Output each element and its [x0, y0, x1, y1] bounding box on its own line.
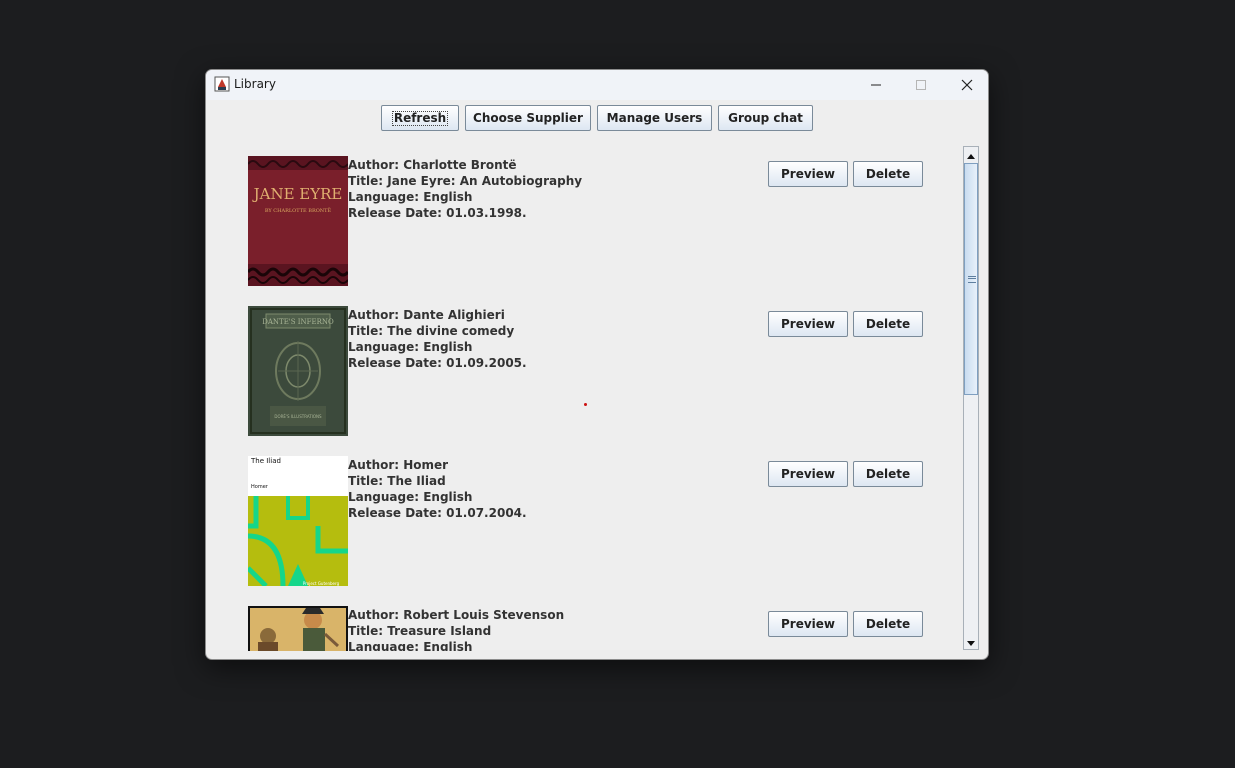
cover-title-text: JANE EYRE [252, 185, 343, 203]
book-details: Author: Robert Louis Stevenson Title: Tr… [348, 607, 564, 651]
maximize-button[interactable] [898, 70, 944, 100]
book-cover-divine-comedy: DANTE'S INFERNO DORÉ'S ILLUSTRATIONS [248, 306, 348, 436]
book-title: Title: The divine comedy [348, 324, 515, 338]
library-window: Library Refresh Choose Supplier Manage U… [205, 69, 989, 660]
book-cover-jane-eyre: JANE EYRE BY CHARLOTTE BRONTË [248, 156, 348, 286]
book-author: Author: Dante Alighieri [348, 308, 505, 322]
delete-button[interactable]: Delete [853, 611, 923, 637]
preview-button[interactable]: Preview [768, 161, 848, 187]
scroll-down-button[interactable] [964, 635, 978, 649]
book-row: JANE EYRE BY CHARLOTTE BRONTË Author: Ch… [248, 156, 963, 286]
scroll-thumb[interactable] [964, 163, 978, 395]
book-release-date: Release Date: 01.09.2005. [348, 356, 527, 370]
book-details: Author: Charlotte Brontë Title: Jane Eyr… [348, 157, 582, 221]
choose-supplier-button[interactable]: Choose Supplier [465, 105, 591, 131]
minimize-icon [870, 76, 882, 95]
mouse-cursor-dot [584, 403, 587, 406]
cover-title-text: The Iliad [250, 457, 281, 465]
delete-button[interactable]: Delete [853, 311, 923, 337]
scroll-up-button[interactable] [964, 147, 978, 161]
triangle-up-icon [966, 145, 976, 164]
book-details: Author: Dante Alighieri Title: The divin… [348, 307, 527, 371]
book-language: Language: English [348, 490, 473, 504]
cover-footer-text: Project Gutenberg [303, 581, 340, 586]
preview-button[interactable]: Preview [768, 611, 848, 637]
minimize-button[interactable] [853, 70, 899, 100]
java-cup-icon [214, 76, 230, 92]
book-language: Language: English [348, 340, 473, 354]
refresh-button-label: Refresh [391, 110, 449, 126]
vertical-scrollbar[interactable] [963, 146, 979, 650]
refresh-button[interactable]: Refresh [381, 105, 459, 131]
book-list: JANE EYRE BY CHARLOTTE BRONTË Author: Ch… [248, 154, 963, 651]
delete-button[interactable]: Delete [853, 461, 923, 487]
close-icon [961, 76, 973, 95]
title-bar[interactable]: Library [206, 70, 988, 100]
book-release-date: Release Date: 01.03.1998. [348, 206, 527, 220]
cover-subtitle-text: DORÉ'S ILLUSTRATIONS [274, 414, 322, 419]
book-cover-treasure-island [248, 606, 348, 651]
delete-button[interactable]: Delete [853, 161, 923, 187]
book-details: Author: Homer Title: The Iliad Language:… [348, 457, 527, 521]
book-row: The Iliad Homer Project Gutenberg Author… [248, 456, 963, 586]
book-title: Title: The Iliad [348, 474, 446, 488]
triangle-down-icon [966, 633, 976, 652]
close-button[interactable] [944, 70, 988, 100]
cover-author-text: BY CHARLOTTE BRONTË [265, 207, 332, 214]
book-language: Language: English [348, 190, 473, 204]
maximize-icon [915, 76, 927, 95]
window-title: Library [234, 77, 276, 91]
book-row: DANTE'S INFERNO DORÉ'S ILLUSTRATIONS Aut… [248, 306, 963, 436]
grip-icon [968, 276, 976, 283]
preview-button[interactable]: Preview [768, 311, 848, 337]
cover-title-text: DANTE'S INFERNO [262, 318, 334, 326]
book-author: Author: Charlotte Brontë [348, 158, 517, 172]
book-title: Title: Treasure Island [348, 624, 492, 638]
book-cover-iliad: The Iliad Homer Project Gutenberg [248, 456, 348, 586]
cover-author-text: Homer [251, 484, 269, 490]
book-release-date: Release Date: 01.07.2004. [348, 506, 527, 520]
book-author: Author: Robert Louis Stevenson [348, 608, 565, 622]
manage-users-button[interactable]: Manage Users [597, 105, 712, 131]
preview-button[interactable]: Preview [768, 461, 848, 487]
book-row: Author: Robert Louis Stevenson Title: Tr… [248, 606, 963, 651]
book-language: Language: English [348, 640, 473, 651]
book-author: Author: Homer [348, 458, 449, 472]
book-title: Title: Jane Eyre: An Autobiography [348, 174, 583, 188]
group-chat-button[interactable]: Group chat [718, 105, 813, 131]
